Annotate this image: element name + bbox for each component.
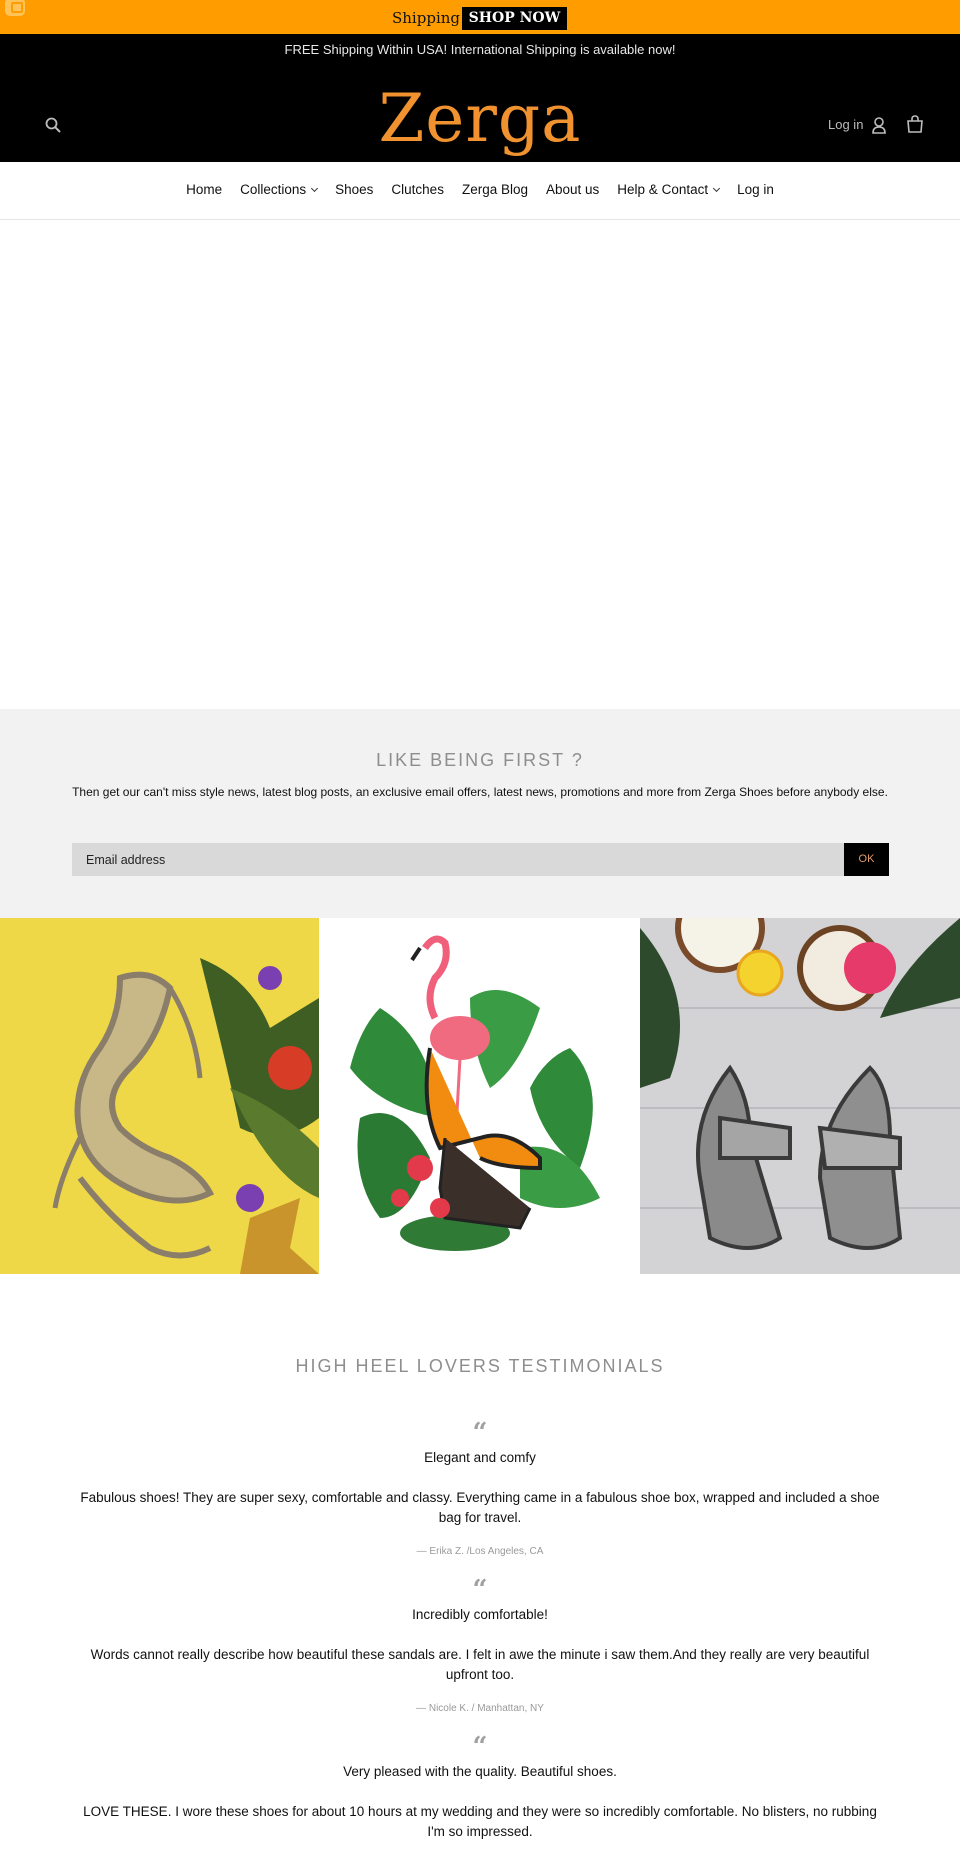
chevron-down-icon <box>311 184 319 192</box>
site-logo[interactable]: Zerga <box>0 80 960 157</box>
gold-heels-illustration <box>52 958 319 1274</box>
header-login-link[interactable]: Log in <box>828 117 863 132</box>
hero-slideshow <box>0 221 960 709</box>
testimonial-item: “ Very pleased with the quality. Beautif… <box>0 1732 960 1842</box>
testimonial-heading: Incredibly comfortable! <box>412 1607 548 1622</box>
gallery-image-silver-heels[interactable] <box>640 918 960 1274</box>
email-field[interactable] <box>72 843 844 876</box>
main-navigation: Home Collections Shoes Clutches Zerga Bl… <box>0 162 960 220</box>
testimonial-author: — Nicole K. / Manhattan, NY <box>416 1703 544 1714</box>
subscribe-button[interactable]: OK <box>844 843 889 876</box>
cart-icon[interactable] <box>906 115 924 133</box>
promo-text: Shipping <box>392 9 460 27</box>
testimonial-heading: Elegant and comfy <box>424 1450 536 1465</box>
flamingo-illustration <box>350 935 600 1251</box>
account-icon[interactable] <box>871 116 887 134</box>
gallery-image-flamingo[interactable] <box>320 918 639 1274</box>
newsletter-section: LIKE BEING FIRST ? Then get our can't mi… <box>0 709 960 918</box>
gallery-image-gold-heels[interactable] <box>0 918 319 1274</box>
image-gallery <box>0 918 960 1274</box>
newsletter-description: Then get our can't miss style news, late… <box>72 785 888 799</box>
chevron-down-icon <box>713 184 721 192</box>
testimonial-author: — Erika Z. /Los Angeles, CA <box>416 1546 544 1557</box>
nav-label: Help & Contact <box>617 182 709 197</box>
nav-label: Collections <box>240 182 307 197</box>
promo-bar: Shipping SHOP NOW <box>0 0 960 34</box>
quote-icon: “ <box>472 1418 488 1448</box>
nav-label: Zerga Blog <box>461 182 528 197</box>
nav-item-collections[interactable]: Collections <box>240 182 319 197</box>
site-header: FREE Shipping Within USA! International … <box>0 34 960 162</box>
testimonial-item: “ Elegant and comfy Fabulous shoes! They… <box>0 1418 960 1557</box>
testimonials-title: HIGH HEEL LOVERS TESTIMONIALS <box>295 1356 665 1376</box>
nav-label: About us <box>546 182 600 197</box>
testimonial-item: “ Incredibly comfortable! Words cannot r… <box>0 1575 960 1714</box>
shipping-announcement: FREE Shipping Within USA! International … <box>284 42 676 57</box>
nav-item-help-contact[interactable]: Help & Contact <box>617 182 721 197</box>
nav-item-about[interactable]: About us <box>546 182 599 197</box>
nav-label: Home <box>186 182 223 197</box>
testimonial-heading: Very pleased with the quality. Beautiful… <box>343 1764 617 1779</box>
nav-items: Home Collections Shoes Clutches Zerga Bl… <box>0 182 960 197</box>
nav-item-shoes[interactable]: Shoes <box>335 182 373 197</box>
testimonial-body: LOVE THESE. I wore these shoes for about… <box>83 1804 877 1839</box>
nav-item-home[interactable]: Home <box>186 182 222 197</box>
quote-icon: “ <box>472 1732 488 1762</box>
testimonial-body: Fabulous shoes! They are super sexy, com… <box>80 1490 880 1525</box>
silver-heels-illustration <box>640 918 960 1274</box>
nav-item-login[interactable]: Log in <box>737 182 774 197</box>
nav-label: Log in <box>737 182 774 197</box>
promo-badge-icon[interactable] <box>5 0 25 16</box>
nav-label: Clutches <box>391 182 444 197</box>
newsletter-title: LIKE BEING FIRST ? <box>376 750 584 770</box>
nav-label: Shoes <box>335 182 374 197</box>
shop-now-button[interactable]: SHOP NOW <box>462 7 567 30</box>
nav-item-blog[interactable]: Zerga Blog <box>462 182 528 197</box>
testimonial-body: Words cannot really describe how beautif… <box>90 1647 870 1682</box>
nav-item-clutches[interactable]: Clutches <box>391 182 444 197</box>
quote-icon: “ <box>472 1575 488 1605</box>
